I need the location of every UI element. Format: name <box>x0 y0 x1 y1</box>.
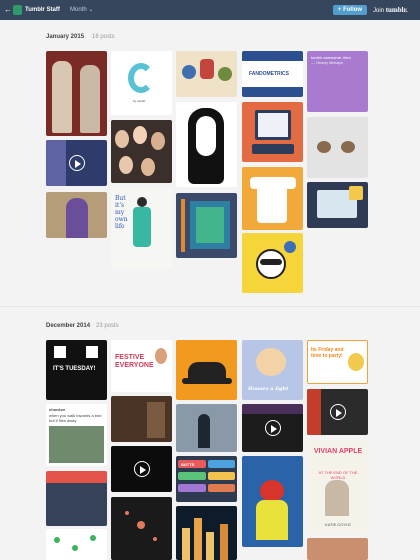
drawing-tile-boxer[interactable] <box>176 102 237 187</box>
houses-label: Houses a light <box>248 386 289 392</box>
photo-tile-street[interactable] <box>176 404 237 452</box>
tumblr-c-logo-tile[interactable]: by tumblr <box>111 51 172 115</box>
section-title-dec: December 2014 <box>46 323 91 329</box>
follow-button[interactable]: + Follow <box>333 5 367 15</box>
friday-label: Its Friday and time to party! <box>311 347 344 359</box>
illustration-tile-cartoon[interactable] <box>176 51 237 97</box>
book-subtitle: AT THE END OF THE WORLD <box>318 470 358 480</box>
text-post-author: chunkee <box>49 407 66 412</box>
illustration-tile-dots[interactable] <box>46 529 107 560</box>
back-arrow-icon[interactable]: ← <box>4 6 12 14</box>
month-label: Month <box>70 7 87 13</box>
butts-label: BUTTS <box>181 461 195 467</box>
festive-label: FESTIVE EVERYONE <box>115 354 154 369</box>
photo-tile-puppet[interactable] <box>46 192 107 238</box>
book-cover-tile[interactable]: VIVIAN APPLE AT THE END OF THE WORLD KAT… <box>307 440 368 533</box>
play-icon <box>133 461 150 477</box>
blog-avatar[interactable] <box>13 5 22 15</box>
video-tile-performance[interactable] <box>242 404 303 452</box>
its-tuesday-tile[interactable]: IT'S TUESDAY! <box>46 340 107 400</box>
section-count-jan: 16 posts <box>92 34 115 40</box>
photo-tile-birds[interactable] <box>307 117 368 178</box>
illustration-tile-map[interactable] <box>176 193 237 258</box>
photo-tile-doorway[interactable] <box>111 396 172 442</box>
tshirt-tile[interactable] <box>242 167 303 230</box>
photo-tile-group[interactable] <box>111 120 172 183</box>
section-title-jan: January 2015 <box>46 34 85 40</box>
fandometrics-label: FANDOMETRICS <box>249 71 289 77</box>
screen-illustration-tile[interactable] <box>307 182 368 228</box>
drawing-tile-figure[interactable]: But it's my own life <box>111 189 172 269</box>
video-tile-man[interactable] <box>46 140 107 186</box>
section-count-dec: 23 posts <box>96 323 119 329</box>
blue-handwriting: But it's my own life <box>115 195 128 230</box>
illustration-tile-red[interactable] <box>46 471 107 526</box>
its-tuesday-label: IT'S TUESDAY! <box>53 366 96 372</box>
join-label: Join <box>373 8 385 14</box>
butts-buttons-tile[interactable]: BUTTS <box>176 456 237 502</box>
text-post-tile-purple[interactable]: tumblr username: tiled — Hearty Mixtape <box>307 51 368 112</box>
play-icon <box>264 420 281 436</box>
hat-illustration-tile[interactable] <box>176 340 237 400</box>
play-icon <box>329 404 346 420</box>
tumblr-logo: tumblr. <box>385 6 408 14</box>
friday-party-tile[interactable]: Its Friday and time to party! <box>307 340 368 384</box>
fandometrics-tile[interactable]: FANDOMETRICS <box>242 51 303 97</box>
video-tile-hollywood[interactable] <box>307 389 368 435</box>
photo-tile-city-night[interactable] <box>176 506 237 560</box>
handle-subline: — Hearty Mixtape <box>311 60 344 65</box>
section-divider <box>0 306 420 307</box>
text-post-body: when you walk towards a bird but it flie… <box>49 413 102 423</box>
computer-illustration-tile[interactable] <box>242 102 303 162</box>
book-title: VIVIAN APPLE <box>313 448 363 455</box>
join-link[interactable]: Join tumblr. <box>373 5 408 16</box>
photo-tile-portrait[interactable] <box>46 51 107 136</box>
chevron-down-icon: ⌄ <box>88 7 94 13</box>
play-icon <box>68 155 85 171</box>
video-tile-dark[interactable] <box>111 446 172 492</box>
c-brand-caption: by tumblr <box>133 99 146 103</box>
month-dropdown[interactable]: Month ⌄ <box>70 5 93 15</box>
photo-tile-red-hair[interactable] <box>242 456 303 547</box>
top-bar: ← Tumblr Staff Month ⌄ + Follow Join tum… <box>0 0 420 20</box>
festive-everyone-tile[interactable]: FESTIVE EVERYONE <box>111 340 172 392</box>
photo-tile-bottom[interactable] <box>307 538 368 560</box>
text-post-tile-bird[interactable]: chunkee when you walk towards a bird but… <box>46 404 107 466</box>
book-author: KATIE COYLE <box>325 522 351 527</box>
houses-a-light-tile[interactable]: Houses a light <box>242 340 303 400</box>
photo-tile-network[interactable] <box>111 497 172 560</box>
blog-name[interactable]: Tumblr Staff <box>25 5 60 15</box>
sunglasses-face-tile[interactable] <box>242 233 303 293</box>
